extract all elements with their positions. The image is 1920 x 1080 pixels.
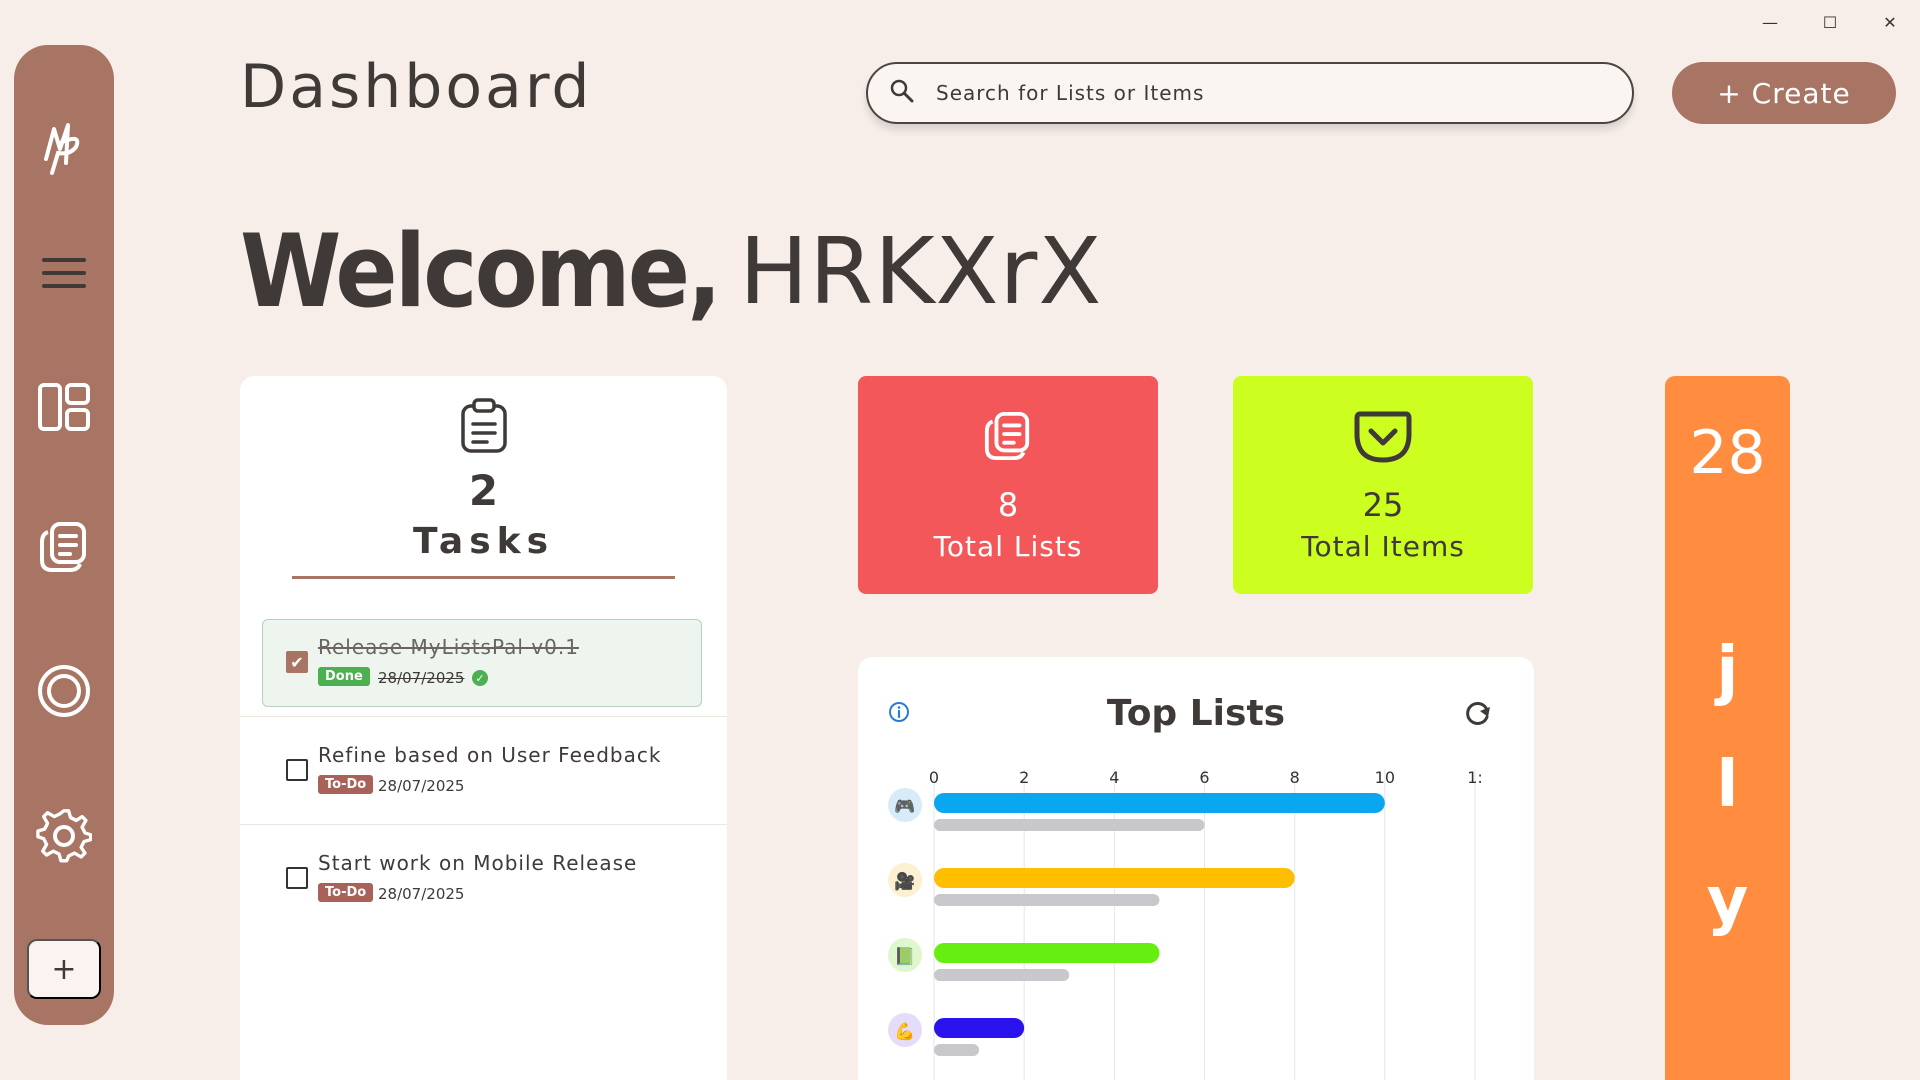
tasks-divider (292, 576, 675, 579)
x-tick-label: 10 (1375, 768, 1395, 787)
task-list: ✔ Release MyListsPal v0.1 Done 28/07/202… (240, 609, 727, 933)
status-badge: Done (318, 667, 370, 686)
bar-primary (934, 793, 1385, 813)
status-badge: To-Do (318, 883, 374, 902)
status-badge: To-Do (318, 775, 374, 794)
total-items-value: 25 (1362, 486, 1404, 524)
sidebar: + (14, 45, 114, 1025)
clipboard-icon (460, 398, 508, 458)
task-item[interactable]: ✔ Release MyListsPal v0.1 Done 28/07/202… (240, 609, 727, 717)
dashboard-icon[interactable] (36, 379, 92, 435)
welcome-username: HRKXrX (739, 218, 1103, 325)
settings-icon[interactable] (36, 807, 92, 863)
x-tick-label: 4 (1109, 768, 1119, 787)
pocket-icon (1354, 410, 1412, 466)
month-letter: j (1716, 634, 1739, 708)
menu-icon[interactable] (36, 245, 92, 301)
window-controls: — ☐ ✕ (1760, 12, 1900, 32)
check-circle-icon: ✓ (472, 670, 488, 686)
x-tick-label: 8 (1290, 768, 1300, 787)
gamepad-icon: 🎮 (894, 797, 915, 817)
task-date: 28/07/2025 (378, 669, 465, 687)
x-tick-label: 1: (1467, 768, 1483, 787)
task-date: 28/07/2025 (378, 885, 465, 903)
total-lists-card[interactable]: 8 Total Lists (858, 376, 1158, 594)
bar-primary (934, 868, 1295, 888)
page-title: Dashboard (240, 52, 593, 122)
minimize-button[interactable]: — (1760, 12, 1780, 32)
task-item[interactable]: Start work on Mobile Release To-Do 28/07… (240, 825, 727, 933)
x-tick-label: 0 (929, 768, 939, 787)
bar-secondary (934, 819, 1205, 831)
maximize-button[interactable]: ☐ (1820, 12, 1840, 32)
tasks-label: Tasks (412, 521, 554, 562)
total-items-card[interactable]: 25 Total Items (1233, 376, 1533, 594)
search-input[interactable] (936, 81, 1586, 105)
date-card: 28 j l y (1665, 376, 1790, 1080)
x-tick-label: 2 (1019, 768, 1029, 787)
date-day: 28 (1689, 418, 1766, 488)
task-title: Release MyListsPal v0.1 (318, 635, 579, 659)
task-item[interactable]: Refine based on User Feedback To-Do 28/0… (240, 717, 727, 825)
lists-icon (983, 410, 1033, 466)
task-done-highlight (262, 619, 702, 707)
tasks-card: 2 Tasks ✔ Release MyListsPal v0.1 Done 2… (240, 376, 727, 1080)
task-checkbox[interactable]: ✔ (286, 651, 308, 673)
progress-icon[interactable] (36, 663, 92, 719)
create-button[interactable]: + Create (1672, 62, 1896, 124)
bar-secondary (934, 894, 1160, 906)
lists-icon[interactable] (36, 519, 92, 575)
search-icon (890, 79, 914, 107)
month-letter: y (1706, 864, 1749, 938)
total-lists-value: 8 (997, 486, 1019, 524)
search-bar[interactable] (866, 62, 1634, 124)
hand-icon: 💪 (894, 1021, 915, 1042)
task-checkbox[interactable] (286, 759, 308, 781)
camera-icon: 🎥 (894, 871, 915, 892)
task-checkbox[interactable] (286, 867, 308, 889)
welcome-heading: Welcome, HRKXrX (240, 213, 1103, 331)
month-letter: l (1716, 748, 1739, 822)
x-tick-label: 6 (1199, 768, 1209, 787)
tasks-count: 2 (468, 466, 499, 515)
total-items-label: Total Items (1301, 530, 1465, 563)
top-lists-chart: 0 2 4 6 8 10 1: 🎮 🎥 📗 💪 (888, 768, 1483, 1080)
app-logo-icon[interactable] (36, 119, 92, 175)
task-title: Start work on Mobile Release (318, 851, 638, 875)
bar-secondary (934, 969, 1070, 981)
bar-secondary (934, 1044, 980, 1056)
top-lists-card: Top Lists 0 2 4 6 8 10 1: 🎮 🎥 📗 💪 (858, 657, 1534, 1080)
task-title: Refine based on User Feedback (318, 743, 662, 767)
welcome-greeting: Welcome, (240, 212, 722, 331)
book-icon: 📗 (894, 947, 915, 967)
close-button[interactable]: ✕ (1880, 12, 1900, 32)
bar-primary (934, 943, 1160, 963)
sidebar-add-button[interactable]: + (27, 939, 101, 999)
total-lists-label: Total Lists (933, 530, 1083, 563)
task-date: 28/07/2025 (378, 777, 465, 795)
bar-primary (934, 1018, 1025, 1038)
